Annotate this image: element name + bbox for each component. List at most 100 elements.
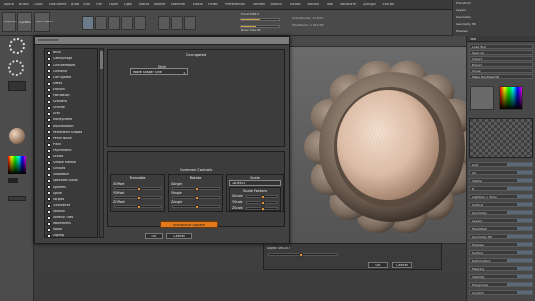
xangle-slider[interactable] (172, 187, 220, 191)
menu-item-light[interactable]: Light (124, 3, 132, 6)
move-button[interactable] (108, 16, 120, 30)
scale-input[interactable]: 18.6951 (229, 180, 281, 186)
color-picker[interactable] (8, 156, 26, 174)
palette-color-picker[interactable] (499, 86, 523, 110)
dialog-titlebar[interactable]: NoiseMaker (35, 37, 289, 45)
palette-row[interactable]: Save As (469, 50, 533, 55)
yoffset-slider[interactable] (114, 196, 162, 200)
stroke-icon[interactable] (8, 60, 24, 76)
switch-color-button[interactable] (8, 196, 26, 201)
menu-item-tool[interactable]: Tool (326, 3, 333, 6)
menu-item-color[interactable]: Color (34, 3, 43, 6)
checkbox-icon[interactable] (47, 136, 51, 141)
menu-item-brush[interactable]: Brush (19, 3, 29, 6)
right-top-item[interactable]: Preview (456, 30, 468, 33)
checkbox-icon[interactable] (47, 51, 51, 55)
draw-button[interactable] (95, 16, 107, 30)
palette-row[interactable]: Load Tool (469, 44, 533, 49)
checkbox-icon[interactable] (47, 227, 51, 232)
palette-row[interactable]: Layers (469, 218, 533, 223)
menu-item-document[interactable]: Document (49, 3, 67, 6)
menu-item-material[interactable]: Material (171, 3, 185, 6)
palette-row[interactable]: FiberMesh (469, 226, 533, 231)
lightbox-button[interactable]: LightBox (17, 12, 32, 32)
checkbox-icon[interactable] (47, 173, 51, 177)
menu-item-stroke[interactable]: Stroke (290, 3, 301, 6)
checkbox-icon[interactable] (47, 69, 51, 74)
palette-row[interactable]: Preview (469, 242, 533, 247)
checkbox-icon[interactable] (47, 221, 51, 226)
alpha-icon[interactable] (8, 81, 26, 91)
checkbox-icon[interactable] (47, 112, 51, 116)
yscale-slider[interactable] (246, 201, 278, 205)
interactive-update-button[interactable]: Interactive Update (160, 221, 218, 228)
checkbox-icon[interactable] (47, 179, 51, 184)
palette-row[interactable]: Surface (469, 250, 533, 255)
palette-row[interactable]: Deformation (469, 258, 533, 263)
palette-row[interactable]: GoZ (469, 162, 533, 167)
menu-item-picker[interactable]: Picker (208, 3, 218, 6)
noise-list-item[interactable]: Zigzag (46, 233, 96, 239)
menu-item-movie[interactable]: Movie (193, 3, 203, 6)
checkbox-icon[interactable] (47, 57, 51, 62)
zangle-slider[interactable] (172, 205, 220, 209)
viewport[interactable] (289, 46, 480, 244)
palette-row[interactable]: Subtool (469, 202, 533, 207)
scale-button[interactable] (121, 16, 133, 30)
rotate-button[interactable] (134, 16, 146, 30)
noise-list[interactable]: Brick Camouflage Checkerboard Chestnut Corru… (44, 48, 98, 238)
xscale-slider[interactable] (246, 195, 278, 199)
xoffset-slider[interactable] (114, 187, 162, 191)
menu-item-stencil[interactable]: Stencil (270, 3, 281, 6)
checkbox-icon[interactable] (47, 203, 51, 208)
alpha-slider[interactable] (268, 253, 338, 257)
checkbox-icon[interactable] (47, 215, 51, 220)
right-top-item[interactable]: Geometry HD (456, 23, 476, 26)
checkbox-icon[interactable] (47, 191, 51, 196)
checkbox-icon[interactable] (47, 118, 51, 123)
menu-item-render[interactable]: Render (253, 3, 265, 6)
checkbox-icon[interactable] (47, 63, 51, 68)
menu-item-file[interactable]: File (96, 3, 102, 6)
palette-row[interactable]: Geometry (469, 210, 533, 215)
checkbox-icon[interactable] (47, 99, 51, 104)
menu-item-draw[interactable]: Draw (71, 3, 80, 6)
menu-item-transform[interactable]: Transform (339, 3, 356, 6)
palette-row[interactable]: Export (469, 62, 533, 67)
material-icon[interactable] (9, 128, 25, 144)
palette-row[interactable]: R (469, 186, 533, 191)
checkbox-icon[interactable] (47, 142, 51, 147)
tool-thumbnail[interactable] (470, 86, 494, 110)
checkbox-icon[interactable] (47, 166, 51, 171)
cancel-button[interactable]: Cancel (166, 233, 192, 239)
menu-item-texture[interactable]: Texture (307, 3, 319, 6)
palette-row[interactable]: Masking (469, 266, 533, 271)
palette-row[interactable]: Make PolyMesh3D (469, 74, 533, 79)
mrgb-button[interactable] (158, 16, 170, 30)
menu-item-marker[interactable]: Marker (154, 3, 166, 6)
right-top-item[interactable]: Transform (456, 2, 471, 5)
palette-row[interactable]: Clone (469, 68, 533, 73)
palette-row[interactable]: All (469, 170, 533, 175)
checkbox-icon[interactable] (47, 185, 51, 190)
yangle-slider[interactable] (172, 196, 220, 200)
menu-item-zscript[interactable]: Zscript (382, 3, 394, 6)
checkbox-icon[interactable] (47, 105, 51, 110)
checkbox-icon[interactable] (47, 148, 51, 153)
checkbox-icon[interactable] (47, 197, 51, 202)
palette-row[interactable]: Contact (469, 290, 533, 295)
brush-icon[interactable] (9, 38, 25, 54)
draw-size-slider[interactable] (240, 25, 280, 28)
checkbox-icon[interactable] (47, 81, 51, 86)
checkbox-icon[interactable] (47, 93, 51, 98)
palette-row[interactable]: Visible (469, 178, 533, 183)
right-top-item[interactable]: Layers (456, 9, 466, 12)
checkbox-icon[interactable] (47, 209, 51, 214)
palette-row[interactable]: Import (469, 56, 533, 61)
checkbox-icon[interactable] (47, 154, 51, 159)
zoffset-slider[interactable] (114, 205, 162, 209)
noise-list-scrollbar[interactable] (99, 48, 104, 238)
menu-item-layer[interactable]: Layer (109, 3, 118, 6)
checkbox-icon[interactable] (47, 87, 51, 92)
quick-sketch-button[interactable]: Quick Sketch (34, 12, 53, 32)
